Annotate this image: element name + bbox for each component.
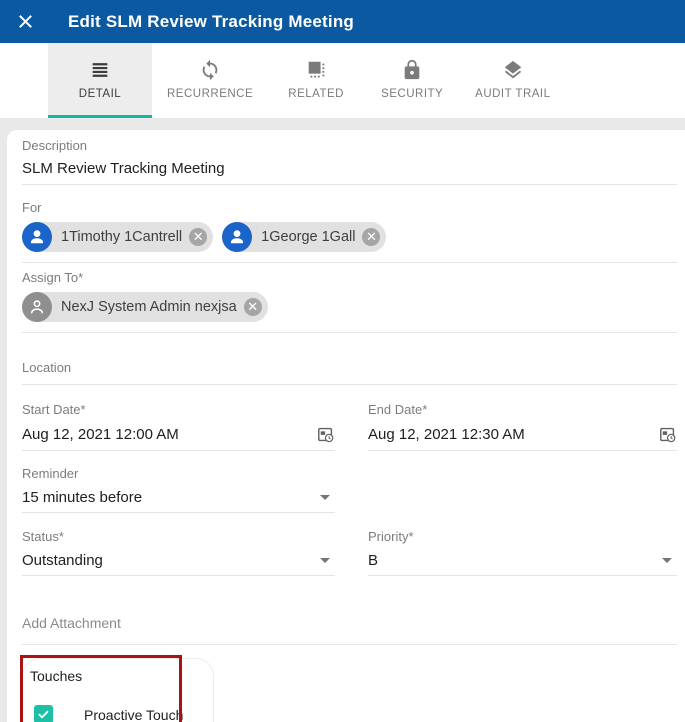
assign-to-field[interactable]: Assign To* NexJ System Admin nexjsa ✕ <box>22 270 677 333</box>
detail-list-icon <box>89 59 111 81</box>
tab-security-label: SECURITY <box>381 88 443 100</box>
end-date-field[interactable]: End Date* Aug 12, 2021 12:30 AM <box>368 402 677 451</box>
reminder-select[interactable]: Reminder 15 minutes before <box>22 466 335 513</box>
status-label: Status* <box>22 529 335 544</box>
for-chip[interactable]: 1George 1Gall ✕ <box>222 222 386 252</box>
description-value[interactable]: SLM Review Tracking Meeting <box>22 160 677 177</box>
for-chip[interactable]: 1Timothy 1Cantrell ✕ <box>22 222 213 252</box>
status-priority-row: Status* Outstanding Priority* B <box>22 529 677 576</box>
chip-name: NexJ System Admin nexjsa <box>61 299 237 315</box>
add-attachment-button[interactable]: Add Attachment <box>22 615 677 645</box>
location-field[interactable]: Location <box>22 360 677 385</box>
touches-group: Touches Proactive Touch Review <box>22 658 214 722</box>
person-avatar-icon <box>222 222 252 252</box>
dates-row: Start Date* Aug 12, 2021 12:00 AM End Da… <box>22 402 677 451</box>
touches-label: Touches <box>30 668 213 684</box>
priority-label: Priority* <box>368 529 677 544</box>
add-attachment-label: Add Attachment <box>22 615 677 631</box>
remove-chip-icon[interactable]: ✕ <box>244 298 262 316</box>
for-field[interactable]: For 1Timothy 1Cantrell ✕ 1George 1Gall ✕ <box>22 200 677 263</box>
start-date-label: Start Date* <box>22 402 335 417</box>
for-label: For <box>22 200 677 215</box>
tab-detail[interactable]: DETAIL <box>48 43 152 118</box>
tab-recurrence[interactable]: RECURRENCE <box>152 43 268 118</box>
chip-name: 1George 1Gall <box>261 229 355 245</box>
person-outline-avatar-icon <box>22 292 52 322</box>
tab-audit-trail-label: AUDIT TRAIL <box>475 88 550 100</box>
chip-name: 1Timothy 1Cantrell <box>61 229 182 245</box>
lock-icon <box>401 59 423 81</box>
remove-chip-icon[interactable]: ✕ <box>362 228 380 246</box>
reminder-value: 15 minutes before <box>22 489 142 506</box>
close-icon <box>15 11 36 32</box>
status-select[interactable]: Status* Outstanding <box>22 529 335 576</box>
dropdown-arrow-icon[interactable] <box>662 558 672 563</box>
start-date-field[interactable]: Start Date* Aug 12, 2021 12:00 AM <box>22 402 335 451</box>
reminder-label: Reminder <box>22 466 335 481</box>
detail-form-card: Description SLM Review Tracking Meeting … <box>7 130 685 722</box>
end-date-value[interactable]: Aug 12, 2021 12:30 AM <box>368 426 525 443</box>
dropdown-arrow-icon[interactable] <box>320 558 330 563</box>
person-avatar-icon <box>22 222 52 252</box>
assign-to-chip[interactable]: NexJ System Admin nexjsa ✕ <box>22 292 268 322</box>
dialog-body: Description SLM Review Tracking Meeting … <box>0 118 685 722</box>
related-icon <box>305 59 327 81</box>
dialog-titlebar: Edit SLM Review Tracking Meeting <box>0 0 685 43</box>
dropdown-arrow-icon[interactable] <box>320 495 330 500</box>
description-field[interactable]: Description SLM Review Tracking Meeting <box>22 138 677 185</box>
checkbox-checked-icon[interactable] <box>34 705 53 722</box>
priority-select[interactable]: Priority* B <box>368 529 677 576</box>
dialog-title: Edit SLM Review Tracking Meeting <box>68 12 354 32</box>
tab-audit-trail[interactable]: AUDIT TRAIL <box>460 43 565 118</box>
touch-option-label: Proactive Touch <box>84 707 183 722</box>
assign-to-label: Assign To* <box>22 270 677 285</box>
tab-related-label: RELATED <box>288 88 344 100</box>
tab-security[interactable]: SECURITY <box>364 43 460 118</box>
date-picker-icon[interactable] <box>658 425 677 444</box>
tab-related[interactable]: RELATED <box>268 43 364 118</box>
remove-chip-icon[interactable]: ✕ <box>189 228 207 246</box>
recurrence-sync-icon <box>199 59 221 81</box>
date-picker-icon[interactable] <box>316 425 335 444</box>
tab-detail-label: DETAIL <box>79 88 121 100</box>
tab-recurrence-label: RECURRENCE <box>167 88 253 100</box>
layers-icon <box>502 59 524 81</box>
description-label: Description <box>22 138 677 153</box>
priority-value: B <box>368 552 378 569</box>
start-date-value[interactable]: Aug 12, 2021 12:00 AM <box>22 426 179 443</box>
tab-bar: DETAIL RECURRENCE RELATED SECURITY AUDIT… <box>0 43 685 118</box>
close-button[interactable] <box>13 10 37 34</box>
touch-option-proactive[interactable]: Proactive Touch <box>28 705 213 722</box>
location-label: Location <box>22 360 677 375</box>
end-date-label: End Date* <box>368 402 677 417</box>
status-value: Outstanding <box>22 552 103 569</box>
